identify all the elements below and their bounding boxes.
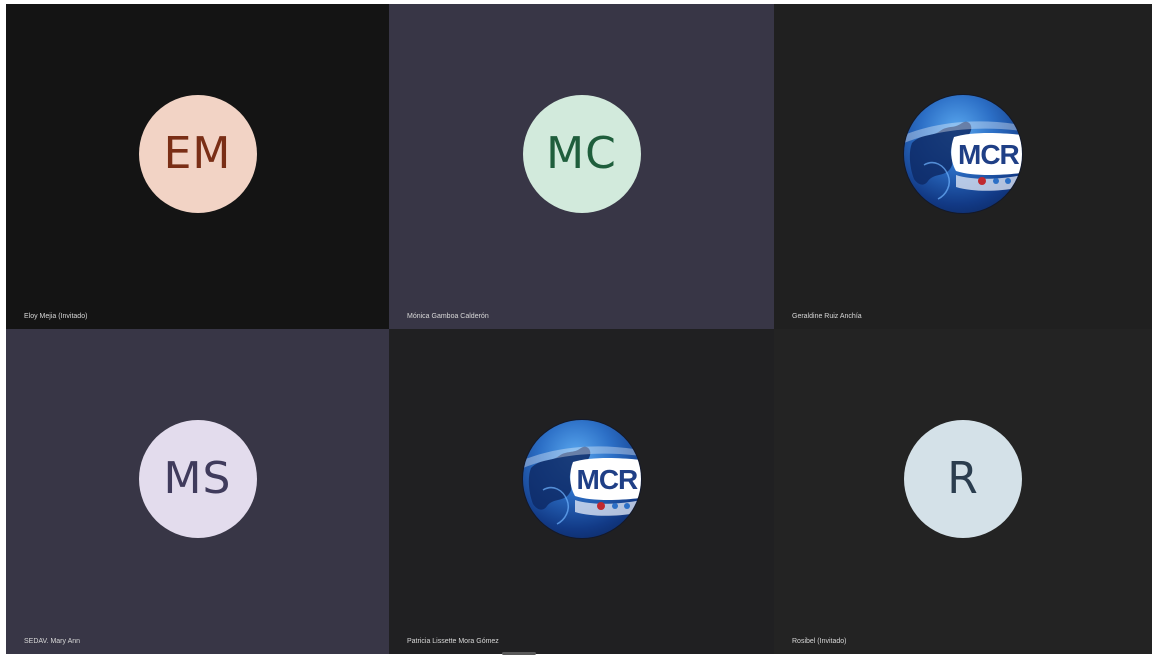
avatar-initials: MS [163, 452, 232, 504]
logo-text: MCR [958, 138, 1020, 170]
participant-tile[interactable]: MS SEDAV. Mary Ann [6, 329, 389, 654]
participant-name: Patricia Lissette Mora Gómez [407, 638, 499, 645]
scroll-handle[interactable] [502, 652, 536, 655]
participant-tile[interactable]: MCR Patricia Lissette Mora Gómez [389, 329, 774, 654]
mcr-logo-icon: MCR [904, 94, 1022, 213]
logo-text: MCR [576, 463, 639, 495]
avatar-initials: EM [163, 127, 232, 179]
participant-tile[interactable]: MC Mónica Gamboa Calderón [389, 4, 774, 329]
mcr-logo-icon: MCR [522, 419, 641, 538]
participant-name: Rosibel (Invitado) [792, 638, 847, 645]
participant-name: Geraldine Ruiz Anchía [792, 313, 862, 320]
avatar-initials: R [947, 452, 979, 504]
avatar-initials: MC [546, 127, 617, 179]
video-grid: EM Eloy Mejia (Invitado) MC Mónica Gambo… [6, 4, 1152, 654]
avatar: R [904, 419, 1022, 538]
participant-tile[interactable]: R Rosibel (Invitado) [774, 329, 1152, 654]
participant-name: Mónica Gamboa Calderón [407, 313, 489, 320]
avatar: MC [522, 94, 641, 213]
participant-tile[interactable]: MCR Geraldine Ruiz Anchía [774, 4, 1152, 329]
avatar: MS [138, 419, 257, 538]
participant-name: SEDAV. Mary Ann [24, 638, 81, 645]
participant-name: Eloy Mejia (Invitado) [24, 313, 88, 320]
participant-tile[interactable]: EM Eloy Mejia (Invitado) [6, 4, 389, 329]
avatar: EM [138, 94, 257, 213]
